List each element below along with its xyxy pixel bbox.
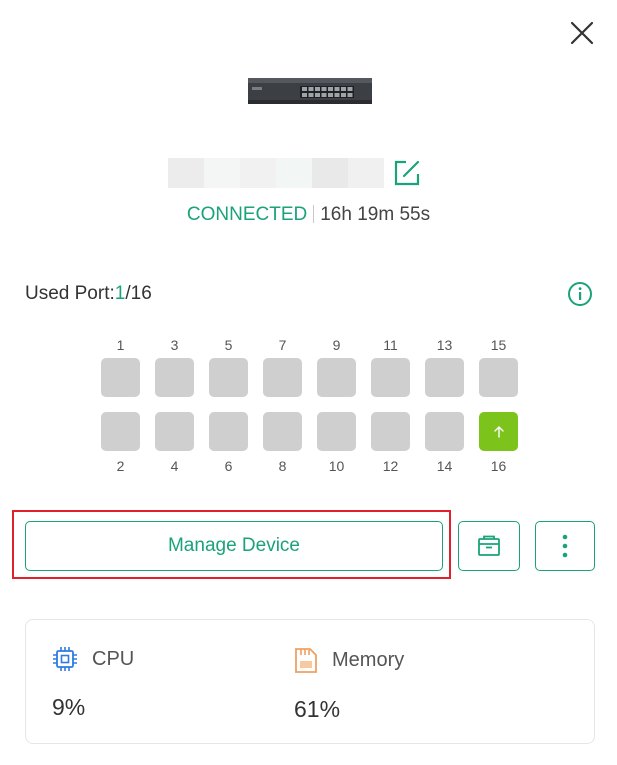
used-port-label: Used Port: <box>25 283 115 304</box>
port-box[interactable] <box>371 412 410 451</box>
memory-stat: Memory 61% <box>294 646 404 723</box>
port-number-label: 4 <box>170 458 179 474</box>
total-port-count: /16 <box>125 283 152 304</box>
memory-icon <box>295 648 317 673</box>
port-number-label: 16 <box>490 458 507 474</box>
more-button[interactable] <box>535 521 595 571</box>
cpu-label: CPU <box>92 647 135 670</box>
status-row: CONNECTED 16h 19m 55s <box>0 203 617 227</box>
port-box[interactable] <box>101 358 140 397</box>
box-button[interactable] <box>458 521 520 571</box>
memory-value: 61% <box>294 696 341 722</box>
uptime: 16h 19m 55s <box>320 204 431 225</box>
box-icon <box>478 535 500 556</box>
status-divider <box>313 205 315 223</box>
port-number-label: 3 <box>170 337 179 353</box>
port-box[interactable] <box>263 412 302 451</box>
device-image <box>246 74 374 108</box>
port-box[interactable] <box>155 412 194 451</box>
manage-device-button[interactable]: Manage Device <box>25 521 443 571</box>
cpu-value: 9% <box>52 694 86 720</box>
close-icon <box>570 21 594 45</box>
port-number-label: 7 <box>278 337 287 353</box>
cpu-stat: CPU 9% <box>52 646 134 721</box>
port-number-label: 15 <box>490 337 507 353</box>
used-port-count: 1 <box>114 283 126 304</box>
port-number-label: 10 <box>328 458 345 474</box>
port-number-label: 9 <box>332 337 341 353</box>
port-number-label: 8 <box>278 458 287 474</box>
port-number-label: 2 <box>116 458 125 474</box>
port-box[interactable] <box>101 412 140 451</box>
uplink-arrow-icon <box>493 425 504 438</box>
port-number-label: 1 <box>116 337 125 353</box>
port-box[interactable] <box>317 358 356 397</box>
edit-icon <box>394 160 420 186</box>
port-box[interactable] <box>371 358 410 397</box>
info-button[interactable] <box>567 281 593 307</box>
close-button[interactable] <box>569 20 595 46</box>
port-box[interactable] <box>317 412 356 451</box>
port-box[interactable] <box>425 358 464 397</box>
port-box[interactable] <box>155 358 194 397</box>
stats-card: CPU 9% Memory 61% <box>25 619 595 744</box>
more-vertical-icon <box>562 534 568 558</box>
port-number-label: 5 <box>224 337 233 353</box>
port-number-label: 13 <box>436 337 453 353</box>
used-port-summary: Used Port:1/16 <box>25 282 152 306</box>
device-name-redacted <box>168 158 384 188</box>
port-number-label: 6 <box>224 458 233 474</box>
port-box[interactable] <box>263 358 302 397</box>
info-icon <box>568 282 592 306</box>
port-box[interactable] <box>209 412 248 451</box>
port-box[interactable] <box>209 358 248 397</box>
port-number-label: 11 <box>383 337 398 353</box>
port-box[interactable] <box>479 358 518 397</box>
port-number-label: 14 <box>436 458 453 474</box>
memory-label: Memory <box>332 648 405 671</box>
port-box[interactable] <box>479 412 518 451</box>
cpu-icon <box>53 647 77 671</box>
port-number-label: 12 <box>382 458 399 474</box>
connection-status: CONNECTED <box>186 204 308 225</box>
port-box[interactable] <box>425 412 464 451</box>
edit-name-button[interactable] <box>392 158 422 188</box>
